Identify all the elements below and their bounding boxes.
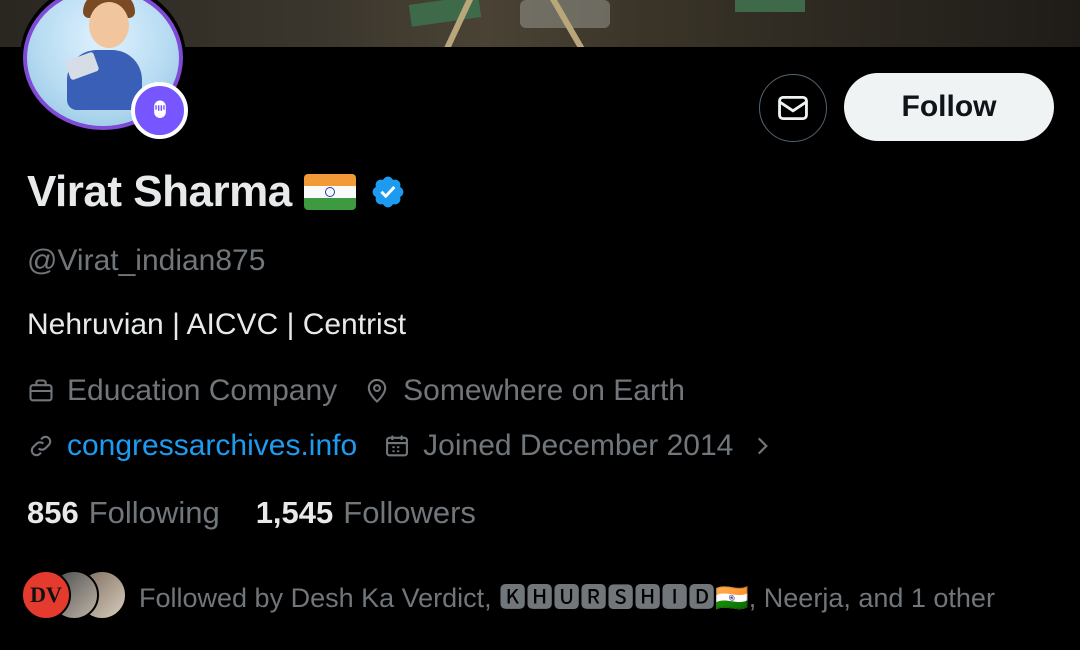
follow-stats: 856 Following 1,545 Followers (27, 495, 512, 531)
follow-button[interactable]: Follow (844, 73, 1054, 141)
calendar-icon (386, 435, 409, 457)
link-icon (30, 435, 52, 457)
location-label: Somewhere on Earth (403, 374, 685, 407)
location-pin-icon (367, 378, 387, 403)
followers-count: 1,545 (255, 495, 334, 530)
spaces-badge[interactable] (131, 82, 188, 139)
avatar-head (89, 2, 129, 48)
briefcase-icon (29, 379, 53, 402)
profile-category: Education Company (27, 374, 337, 408)
website-link[interactable]: congressarchives.info (67, 429, 357, 463)
profile-meta-row: congressarchives.info Joined December 20… (27, 429, 801, 463)
following-stat[interactable]: 856 Following (27, 495, 220, 531)
chevron-right-icon[interactable] (749, 433, 775, 459)
mail-icon (778, 95, 808, 121)
followers-label: Followers (343, 495, 476, 530)
joined-label: Joined December 2014 (423, 429, 734, 462)
follower-avatar-initials: DV (30, 582, 62, 607)
follower-avatar: DV (21, 570, 71, 620)
following-label: Following (88, 495, 220, 530)
followed-by-text: Followed by Desh Ka Verdict, 🅺🅷🆄🆁🆂🅷🅸🅳🇮🇳,… (139, 582, 995, 613)
followers-stat[interactable]: 1,545 Followers (256, 495, 476, 531)
india-flag-icon (303, 174, 356, 210)
profile-handle: @Virat_indian875 (27, 244, 266, 277)
profile-meta-row: Education Company Somewhere on Earth (27, 374, 711, 408)
banner-flag-shape (735, 0, 805, 12)
verified-badge-icon[interactable] (370, 174, 406, 210)
profile-name-row: Virat Sharma (27, 166, 406, 218)
microphone-icon (153, 100, 166, 118)
message-button[interactable] (759, 74, 827, 142)
profile-bio: Nehruvian | AICVC | Centrist (27, 308, 407, 341)
profile-location: Somewhere on Earth (363, 374, 685, 408)
following-count: 856 (27, 495, 79, 530)
category-label: Education Company (67, 374, 338, 407)
profile-name: Virat Sharma (27, 167, 292, 216)
profile-joined[interactable]: Joined December 2014 (383, 429, 775, 463)
followed-by-row[interactable]: DV Followed by Desh Ka Verdict, 🅺🅷🆄🆁🆂🅷🅸🅳… (21, 570, 995, 620)
profile-website[interactable]: congressarchives.info (27, 429, 357, 463)
